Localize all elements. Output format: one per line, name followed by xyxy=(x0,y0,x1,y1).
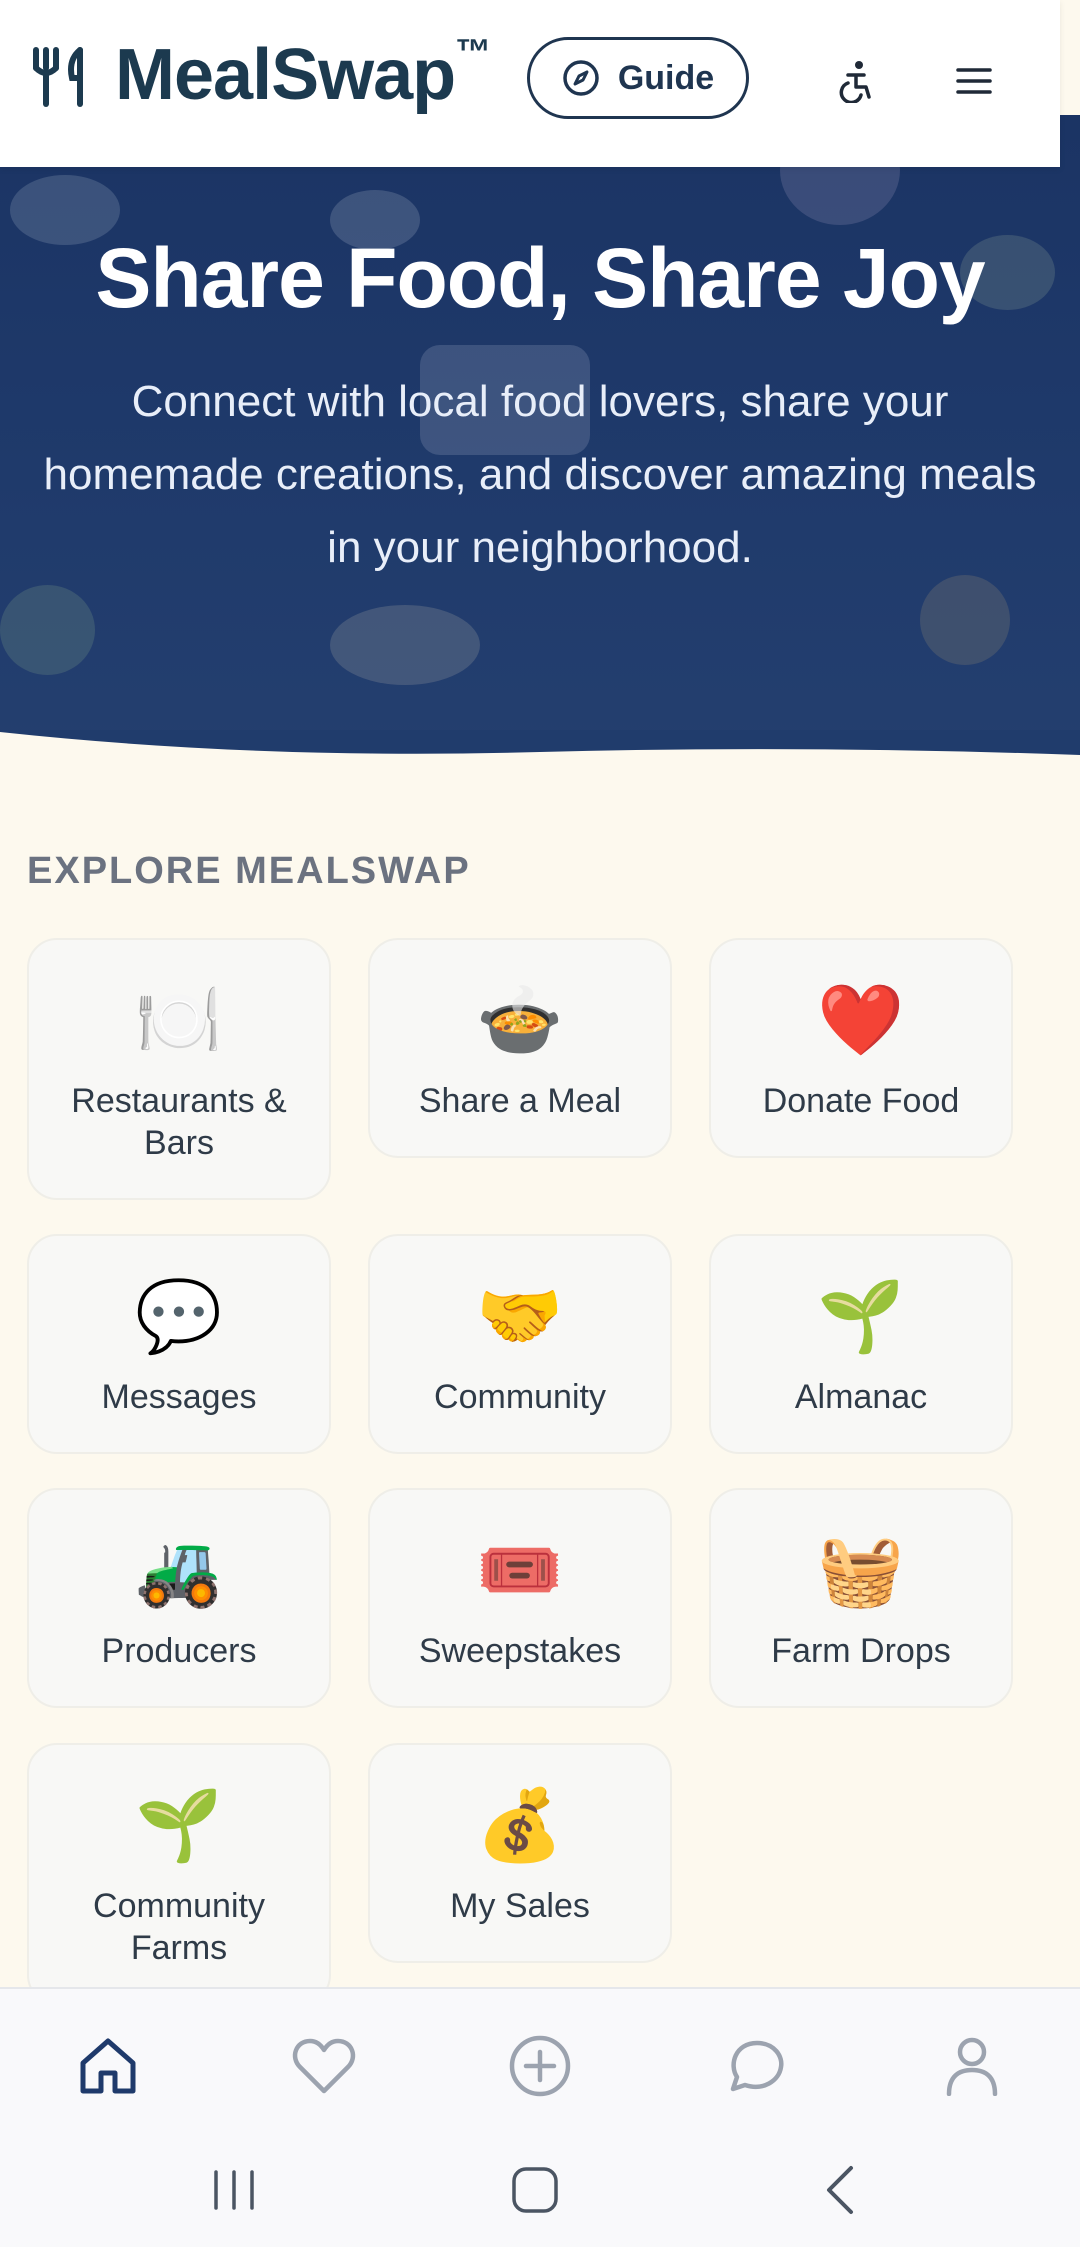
card-donate-food[interactable]: ❤️ Donate Food xyxy=(709,938,1013,1158)
speech-bubble-icon: 💬 xyxy=(135,1277,223,1355)
food-bowl-decoration xyxy=(330,605,480,685)
card-almanac[interactable]: 🌱 Almanac xyxy=(709,1234,1013,1454)
guide-label: Guide xyxy=(617,58,715,97)
seedling-icon: 🌱 xyxy=(817,1277,905,1355)
card-community[interactable]: 🤝 Community xyxy=(368,1234,672,1454)
card-restaurants-bars[interactable]: 🍽️ Restaurants & Bars xyxy=(27,938,331,1200)
nav-favorites[interactable] xyxy=(274,2016,374,2116)
bottom-navigation xyxy=(0,1987,1080,2143)
accessibility-button[interactable] xyxy=(830,55,882,107)
guide-button[interactable]: Guide xyxy=(527,37,749,119)
card-sweepstakes[interactable]: 🎟️ Sweepstakes xyxy=(368,1488,672,1708)
card-messages[interactable]: 💬 Messages xyxy=(27,1234,331,1454)
heart-icon xyxy=(292,2038,356,2094)
app-header: MealSwap™ Guide xyxy=(0,0,1060,167)
chat-icon xyxy=(730,2040,784,2092)
user-icon xyxy=(946,2037,998,2096)
utensils-logo-icon xyxy=(33,47,83,107)
hero-wave-divider xyxy=(0,730,1080,800)
card-label: Restaurants & Bars xyxy=(71,1082,287,1162)
recent-apps-icon xyxy=(214,2170,254,2210)
explore-section-title: EXPLORE MEALSWAP xyxy=(27,850,471,892)
tractor-icon: 🚜 xyxy=(135,1531,223,1609)
ticket-icon: 🎟️ xyxy=(476,1531,564,1609)
card-label: My Sales xyxy=(450,1887,590,1925)
plus-circle-icon xyxy=(509,2035,571,2097)
food-bowl-decoration xyxy=(920,575,1010,665)
nav-add[interactable] xyxy=(490,2016,590,2116)
back-system-button[interactable] xyxy=(800,2150,880,2230)
home-system-button[interactable] xyxy=(495,2150,575,2230)
hero-banner: Share Food, Share Joy Connect with local… xyxy=(0,115,1080,765)
food-bowl-decoration xyxy=(0,585,95,675)
header-edge xyxy=(1060,0,1080,115)
heart-icon: ❤️ xyxy=(817,981,905,1059)
card-farm-drops[interactable]: 🧺 Farm Drops xyxy=(709,1488,1013,1708)
card-label: Producers xyxy=(101,1632,257,1670)
hero-title: Share Food, Share Joy xyxy=(95,231,985,325)
money-bag-icon: 💰 xyxy=(476,1786,564,1864)
nav-messages[interactable] xyxy=(706,2016,806,2116)
plate-cutlery-icon: 🍽️ xyxy=(135,981,223,1059)
card-producers[interactable]: 🚜 Producers xyxy=(27,1488,331,1708)
card-my-sales[interactable]: 💰 My Sales xyxy=(368,1743,672,1963)
card-community-farms[interactable]: 🌱 Community Farms xyxy=(27,1743,331,2005)
nav-profile[interactable] xyxy=(922,2016,1022,2116)
card-label: Almanac xyxy=(794,1378,928,1416)
recent-apps-button[interactable] xyxy=(194,2150,274,2230)
square-home-icon xyxy=(512,2167,558,2213)
card-label: Community Farms xyxy=(93,1887,265,1967)
card-label: Donate Food xyxy=(762,1082,960,1120)
home-icon xyxy=(80,2038,136,2094)
card-label: Community xyxy=(434,1378,606,1416)
brand-name[interactable]: MealSwap™ xyxy=(115,31,491,116)
food-bowl-icon: 🍲 xyxy=(476,981,564,1059)
seedling-icon: 🌱 xyxy=(135,1786,223,1864)
menu-button[interactable] xyxy=(950,55,998,107)
card-label: Farm Drops xyxy=(771,1632,951,1670)
card-label: Sweepstakes xyxy=(418,1632,622,1670)
basket-icon: 🧺 xyxy=(817,1531,905,1609)
hamburger-menu-icon xyxy=(956,68,992,94)
card-label: Share a Meal xyxy=(418,1082,622,1120)
card-share-meal[interactable]: 🍲 Share a Meal xyxy=(368,938,672,1158)
hero-subtitle: Connect with local food lovers, share yo… xyxy=(43,377,1037,572)
back-chevron-icon xyxy=(827,2166,853,2214)
card-label: Messages xyxy=(101,1378,257,1416)
handshake-icon: 🤝 xyxy=(476,1277,564,1355)
nav-home[interactable] xyxy=(58,2016,158,2116)
accessibility-icon xyxy=(839,61,871,103)
compass-icon xyxy=(563,60,599,96)
